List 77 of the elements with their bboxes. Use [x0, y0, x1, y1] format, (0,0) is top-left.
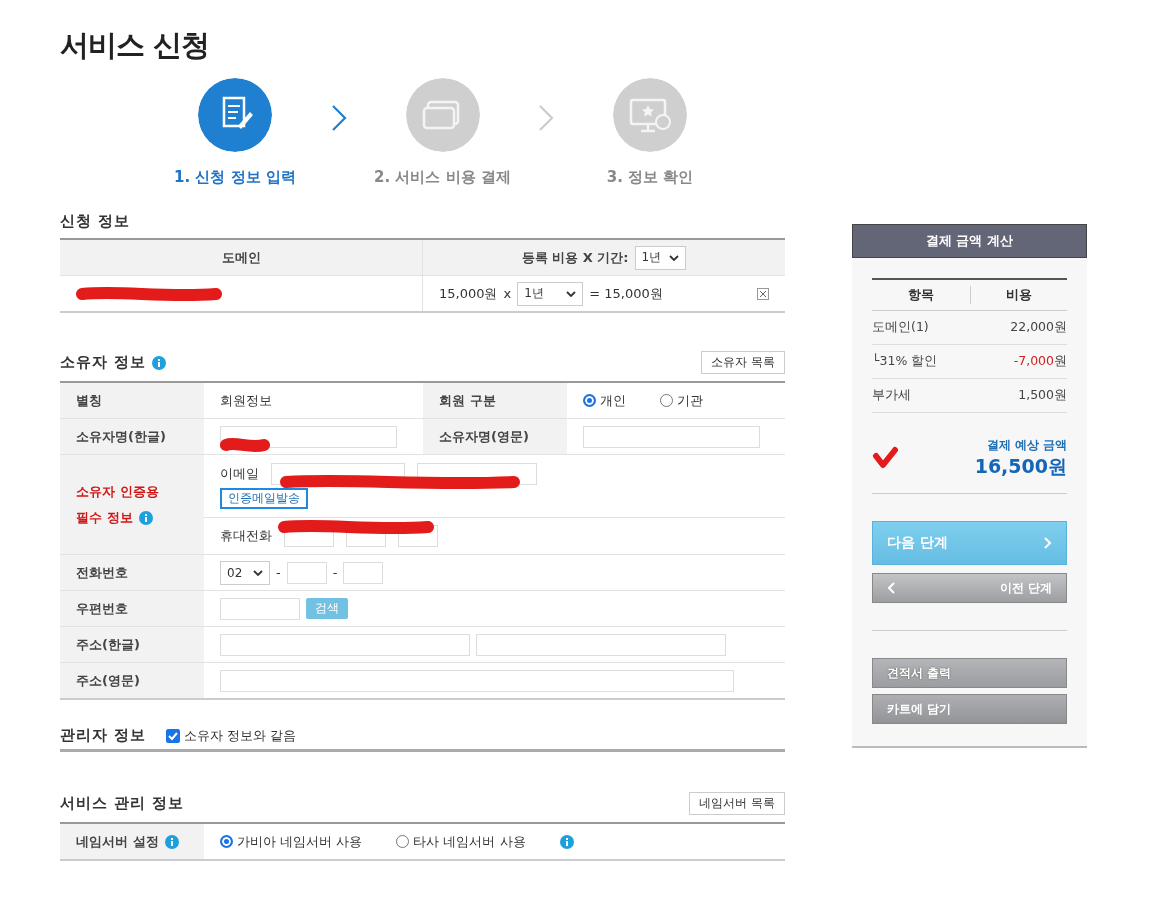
chevron-right-icon	[1044, 537, 1052, 549]
input-field[interactable]	[220, 633, 470, 656]
monitor-star-icon	[629, 98, 671, 133]
item-name: 도메인(1)	[872, 319, 929, 336]
field-label: 필수 정보	[76, 508, 133, 527]
field-label: 주소(한글)	[60, 627, 204, 662]
radio-option[interactable]: 타사 네임서버 사용	[396, 832, 526, 851]
period-select[interactable]: 1년	[517, 281, 584, 306]
column-header: 항목	[906, 286, 935, 304]
step-label: 3. 정보 확인	[606, 168, 694, 187]
input-field[interactable]	[220, 669, 734, 692]
column-header: 도메인	[60, 240, 422, 275]
section-title: 소유자 정보	[60, 353, 147, 372]
page-title: 서비스 신청	[60, 27, 211, 64]
owner-list-button[interactable]: 소유자 목록	[701, 351, 785, 374]
field-label: 소유자명(한글)	[60, 419, 204, 454]
chevron-right-icon	[330, 104, 347, 132]
total-amount: 16,500원	[974, 453, 1067, 479]
item-cost: 22,000원	[1010, 319, 1067, 336]
field-label: 소유자명(영문)	[423, 419, 567, 454]
field-label: 소유자 인증용	[76, 482, 159, 501]
item-cost: 1,500원	[1018, 387, 1067, 404]
same-as-owner-checkbox[interactable]: 소유자 정보와 같음	[166, 726, 297, 745]
column-header: 등록 비용 X 기간:	[521, 248, 629, 267]
nameserver-list-button[interactable]: 네임서버 목록	[689, 792, 785, 815]
send-verification-button[interactable]: 인증메일발송	[220, 488, 308, 509]
section-title: 신청 정보	[60, 212, 131, 231]
step-label: 1. 신청 정보 입력	[174, 168, 296, 187]
item-name: └31% 할인	[872, 353, 938, 370]
area-code-select[interactable]: 02	[220, 560, 270, 585]
info-icon[interactable]	[138, 510, 153, 525]
card-icon	[422, 100, 459, 130]
total-text: = 15,000원	[589, 284, 663, 303]
field-label: 우편번호	[60, 591, 204, 626]
field-value: 회원정보	[219, 391, 273, 410]
radio-option[interactable]: 가비아 네임서버 사용	[220, 832, 363, 851]
check-icon	[168, 730, 179, 741]
document-pen-icon	[222, 96, 253, 129]
total-label: 결제 예상 금액	[986, 436, 1067, 454]
step-label: 2. 서비스 비용 결제	[374, 168, 511, 187]
separator: -	[276, 565, 281, 580]
info-icon[interactable]	[559, 834, 574, 849]
input-field[interactable]	[343, 561, 384, 584]
input-field[interactable]	[583, 425, 760, 448]
separator: -	[332, 565, 338, 580]
section-title: 관리자 정보	[60, 726, 147, 745]
caret-icon	[566, 290, 577, 297]
input-field[interactable]	[220, 597, 300, 620]
delete-icon[interactable]	[757, 287, 769, 300]
period-select[interactable]: 1년	[634, 245, 687, 270]
caret-icon	[253, 569, 263, 576]
multiply-sign: x	[503, 286, 512, 301]
field-label: 이메일	[220, 465, 259, 483]
radio-option[interactable]: 기관	[660, 391, 703, 410]
info-icon[interactable]	[164, 834, 179, 849]
input-field[interactable]	[476, 633, 726, 656]
field-label: 회원 구분	[423, 383, 567, 418]
radio-option[interactable]: 개인	[583, 391, 626, 410]
column-header: 비용	[969, 286, 1067, 304]
redaction-mark	[220, 436, 270, 453]
item-name: 부가세	[872, 387, 911, 404]
field-label: 주소(영문)	[60, 663, 204, 698]
panel-header: 결제 금액 계산	[852, 224, 1087, 258]
check-mark	[872, 446, 898, 470]
input-field[interactable]	[286, 561, 327, 584]
caret-icon	[669, 254, 680, 261]
field-label: 전화번호	[60, 555, 204, 590]
field-label: 휴대전화	[220, 527, 272, 545]
info-icon[interactable]	[152, 355, 167, 370]
item-cost: -7,000원	[1013, 353, 1067, 370]
price-text: 15,000원	[439, 284, 498, 303]
field-label: 별칭	[60, 383, 204, 418]
section-title: 서비스 관리 정보	[60, 794, 185, 813]
input-field[interactable]	[220, 425, 397, 448]
field-label: 네임서버 설정	[76, 832, 159, 851]
chevron-right-icon	[538, 104, 555, 132]
chevron-left-icon	[887, 582, 895, 594]
